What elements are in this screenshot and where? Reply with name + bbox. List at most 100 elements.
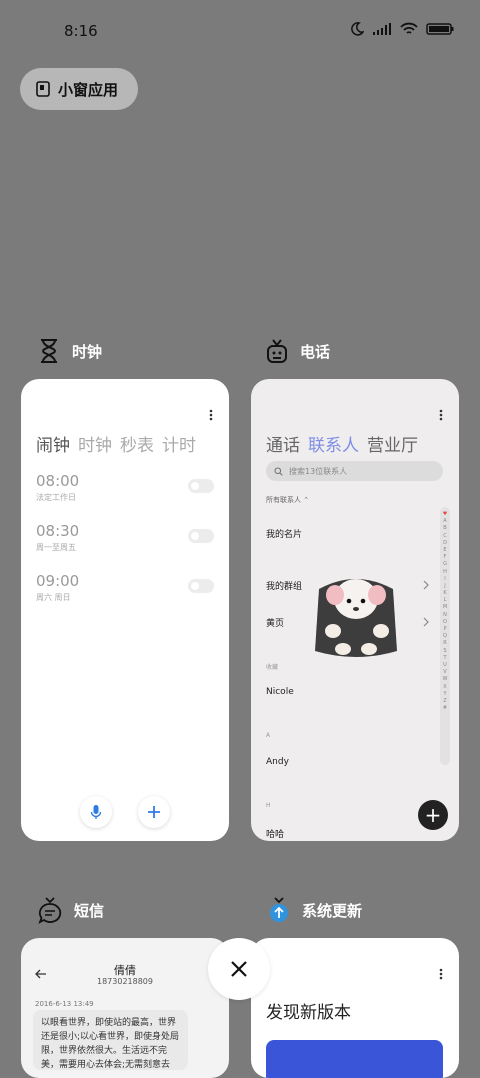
small-window-apps-button[interactable]: 小窗应用 bbox=[20, 68, 138, 110]
tab-contacts[interactable]: 联系人 bbox=[308, 431, 359, 456]
clock-app-name: 时钟 bbox=[72, 342, 103, 361]
sms-app-header: 短信 bbox=[38, 896, 104, 924]
alphabet-index-letter[interactable]: # bbox=[443, 705, 447, 711]
message-bubble-icon bbox=[38, 897, 62, 924]
update-app-name: 系统更新 bbox=[302, 901, 363, 920]
voice-button[interactable] bbox=[80, 796, 112, 828]
mascot-image bbox=[315, 579, 397, 657]
tab-clock[interactable]: 时钟 bbox=[78, 431, 112, 456]
clock-app-card[interactable]: 闹钟 时钟 秒表 计时 08:00 法定工作日 08:30 周一至周五 09:0… bbox=[21, 379, 229, 841]
contact-andy[interactable]: Andy bbox=[266, 757, 289, 767]
section-caption-h: H bbox=[266, 802, 271, 809]
plus-icon bbox=[148, 806, 160, 818]
system-update-icon bbox=[270, 897, 288, 922]
hourglass-icon bbox=[41, 339, 57, 363]
close-icon bbox=[231, 961, 247, 977]
search-icon bbox=[274, 466, 283, 476]
battery-icon bbox=[426, 23, 454, 35]
tab-alarm[interactable]: 闹钟 bbox=[36, 431, 70, 456]
alarm-toggle[interactable] bbox=[188, 479, 214, 493]
alphabet-index-letter[interactable]: F bbox=[444, 554, 447, 560]
contact-my-groups[interactable]: 我的群组 bbox=[266, 579, 302, 592]
alphabet-index-letter[interactable]: T bbox=[443, 655, 446, 661]
all-contacts-label: 所有联系人 bbox=[266, 496, 301, 504]
alphabet-index-letter[interactable]: E bbox=[443, 547, 446, 553]
phone-app-header: 电话 bbox=[266, 338, 330, 364]
status-bar: 8:16 bbox=[0, 0, 480, 62]
conversation-contact-name: 倩倩 bbox=[114, 964, 136, 977]
wifi-icon bbox=[400, 22, 418, 34]
more-options-icon[interactable] bbox=[439, 409, 443, 421]
alphabet-index-letter[interactable]: Q bbox=[443, 633, 447, 639]
chevron-right-icon bbox=[423, 617, 429, 627]
microphone-icon bbox=[90, 805, 102, 819]
alarm-repeat: 周六 周日 bbox=[36, 593, 71, 602]
telephone-icon bbox=[267, 339, 287, 363]
alphabet-index-letter[interactable]: L bbox=[444, 597, 447, 603]
alarm-repeat: 周一至周五 bbox=[36, 543, 76, 552]
more-options-icon[interactable] bbox=[209, 409, 213, 421]
alphabet-index-letter[interactable]: W bbox=[443, 676, 448, 682]
phone-app-card[interactable]: 通话 联系人 营业厅 搜索13位联系人 所有联系人 ⌃ 我的名片 我的群组 黄页… bbox=[251, 379, 459, 841]
alphabet-index-letter[interactable]: A bbox=[443, 518, 446, 524]
contact-haha[interactable]: 哈哈 bbox=[266, 827, 284, 840]
update-app-card[interactable]: 发现新版本 bbox=[251, 938, 459, 1078]
alphabet-index-letter[interactable]: R bbox=[443, 640, 446, 646]
alphabet-index-letter[interactable]: N bbox=[443, 612, 447, 618]
alphabet-index[interactable]: ♥ A B C D E F G H I J K L M N O P Q R S T U V W X Y Z # bbox=[440, 507, 450, 765]
signal-icon bbox=[373, 23, 391, 35]
sms-app-card[interactable]: 倩倩 18730218809 2016-6-13 13:49 以眼看世界，即使站… bbox=[21, 938, 229, 1078]
alphabet-index-letter[interactable]: Z bbox=[443, 698, 446, 704]
alphabet-index-letter[interactable]: ♥ bbox=[443, 511, 447, 517]
alphabet-index-letter[interactable]: S bbox=[443, 648, 446, 654]
alphabet-index-letter[interactable]: H bbox=[443, 569, 447, 575]
alarm-repeat: 法定工作日 bbox=[36, 493, 76, 502]
alphabet-index-letter[interactable]: G bbox=[443, 561, 447, 567]
phone-tabs: 通话 联系人 营业厅 bbox=[266, 431, 418, 456]
all-contacts-filter[interactable]: 所有联系人 ⌃ bbox=[266, 495, 309, 505]
section-caption-a: A bbox=[266, 732, 271, 739]
alphabet-index-letter[interactable]: C bbox=[443, 533, 447, 539]
update-banner bbox=[266, 1040, 443, 1078]
alphabet-index-letter[interactable]: D bbox=[443, 540, 447, 546]
more-options-icon[interactable] bbox=[439, 968, 443, 980]
section-caption-favorites: 收藏 bbox=[266, 664, 279, 671]
alarm-toggle[interactable] bbox=[188, 529, 214, 543]
alphabet-index-letter[interactable]: J bbox=[444, 583, 445, 589]
add-alarm-button[interactable] bbox=[138, 796, 170, 828]
alphabet-index-letter[interactable]: X bbox=[443, 684, 446, 690]
alarm-toggle[interactable] bbox=[188, 579, 214, 593]
alphabet-index-letter[interactable]: U bbox=[443, 662, 447, 668]
contact-yellow-pages[interactable]: 黄页 bbox=[266, 616, 284, 629]
alphabet-index-letter[interactable]: B bbox=[443, 525, 446, 531]
contact-search-input[interactable]: 搜索13位联系人 bbox=[266, 461, 443, 481]
alphabet-index-letter[interactable]: V bbox=[443, 669, 446, 675]
tab-timer[interactable]: 计时 bbox=[162, 431, 196, 456]
alphabet-index-letter[interactable]: P bbox=[443, 626, 446, 632]
alphabet-index-letter[interactable]: M bbox=[443, 604, 447, 610]
alphabet-index-letter[interactable]: Y bbox=[443, 691, 446, 697]
clock-tabs: 闹钟 时钟 秒表 计时 bbox=[36, 431, 196, 456]
tab-service-hall[interactable]: 营业厅 bbox=[367, 431, 418, 456]
clock-app-header: 时钟 bbox=[38, 338, 102, 364]
add-contact-button[interactable]: + bbox=[418, 800, 448, 830]
contact-my-card[interactable]: 我的名片 bbox=[266, 527, 302, 540]
message-bubble[interactable]: 以眼看世界，即使站的最高，世界还是很小;以心看世界，即使身处局限，世界依然很大。… bbox=[33, 1010, 188, 1070]
message-date: 2016-6-13 13:49 bbox=[35, 1000, 94, 1008]
small-window-label: 小窗应用 bbox=[58, 80, 119, 99]
phone-app-name: 电话 bbox=[300, 342, 331, 361]
chevron-right-icon bbox=[423, 580, 429, 590]
clear-all-button[interactable] bbox=[208, 938, 270, 1000]
contact-nicole[interactable]: Nicole bbox=[266, 687, 294, 697]
small-window-icon bbox=[36, 81, 50, 97]
update-title: 发现新版本 bbox=[266, 1003, 351, 1023]
tab-stopwatch[interactable]: 秒表 bbox=[120, 431, 154, 456]
alphabet-index-letter[interactable]: I bbox=[444, 576, 445, 582]
tab-calls[interactable]: 通话 bbox=[266, 431, 300, 456]
update-app-header: 系统更新 bbox=[268, 896, 362, 924]
search-placeholder: 搜索13位联系人 bbox=[289, 466, 348, 476]
mascot-sticker bbox=[311, 559, 401, 659]
alphabet-index-letter[interactable]: K bbox=[443, 590, 446, 596]
alphabet-index-letter[interactable]: O bbox=[443, 619, 447, 625]
moon-icon bbox=[351, 22, 364, 36]
